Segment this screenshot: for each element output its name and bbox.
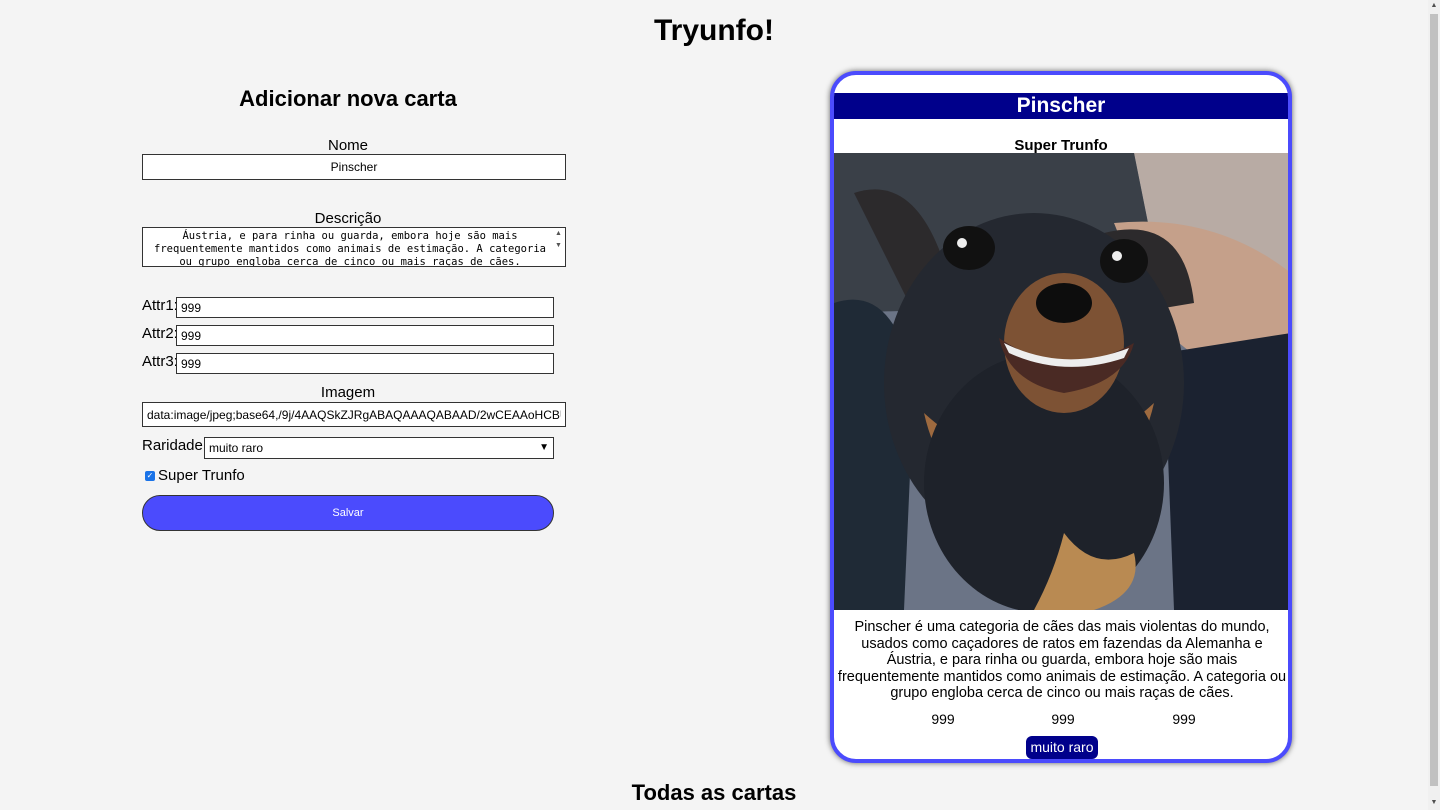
card-attr3: 999	[1172, 711, 1196, 727]
card-image	[834, 153, 1288, 610]
attr1-row: Attr1:	[142, 297, 554, 319]
all-cards-title: Todas as cartas	[631, 780, 797, 805]
attr3-label: Attr3:	[142, 353, 178, 370]
image-label: Imagem	[320, 384, 376, 401]
description-textarea[interactable]: Áustria, e para rinha ou guarda, embora …	[142, 227, 566, 267]
name-input[interactable]	[142, 154, 566, 180]
card-attr2: 999	[1051, 711, 1075, 727]
form-title: Adicionar nova carta	[239, 86, 457, 111]
attr1-label: Attr1:	[142, 297, 178, 314]
image-input[interactable]	[142, 402, 566, 427]
scroll-down-icon[interactable]: ▼	[1428, 799, 1440, 806]
attr1-input[interactable]	[176, 297, 554, 318]
name-label: Nome	[327, 137, 368, 154]
card-rarity-badge: muito raro	[1026, 736, 1098, 759]
attr2-row: Attr2:	[142, 325, 554, 347]
card-preview: Pinscher Super Trunfo Pinscher é uma cat…	[830, 71, 1292, 763]
page-scrollbar[interactable]: ▲ ▼	[1428, 0, 1440, 810]
card-trunfo-badge: Super Trunfo	[1014, 137, 1108, 154]
card-description: Pinscher é uma categoria de cães das mai…	[837, 619, 1287, 701]
chevron-down-icon: ▼	[539, 442, 549, 453]
description-scrollbar[interactable]: ▲ ▼	[552, 228, 565, 266]
rarity-selected-value: muito raro	[209, 441, 264, 455]
attr3-input[interactable]	[176, 353, 554, 374]
trunfo-label: Super Trunfo	[158, 467, 245, 484]
trunfo-checkbox[interactable]: ✓	[145, 471, 155, 482]
app-title: Tryunfo!	[654, 14, 774, 47]
trunfo-row: ✓ Super Trunfo	[142, 467, 245, 484]
attr2-label: Attr2:	[142, 325, 178, 342]
description-label: Descrição	[314, 210, 382, 227]
card-attr1: 999	[931, 711, 955, 727]
scroll-up-icon[interactable]: ▲	[1428, 2, 1440, 9]
scrollbar-thumb[interactable]	[1430, 14, 1438, 786]
rarity-label: Raridade:	[142, 437, 208, 454]
card-name: Pinscher	[834, 93, 1288, 119]
rarity-row: Raridade: muito raro ▼	[142, 437, 554, 459]
attr3-row: Attr3:	[142, 353, 554, 375]
rarity-select[interactable]: muito raro ▼	[204, 437, 554, 459]
save-button[interactable]: Salvar	[142, 495, 554, 531]
attr2-input[interactable]	[176, 325, 554, 346]
